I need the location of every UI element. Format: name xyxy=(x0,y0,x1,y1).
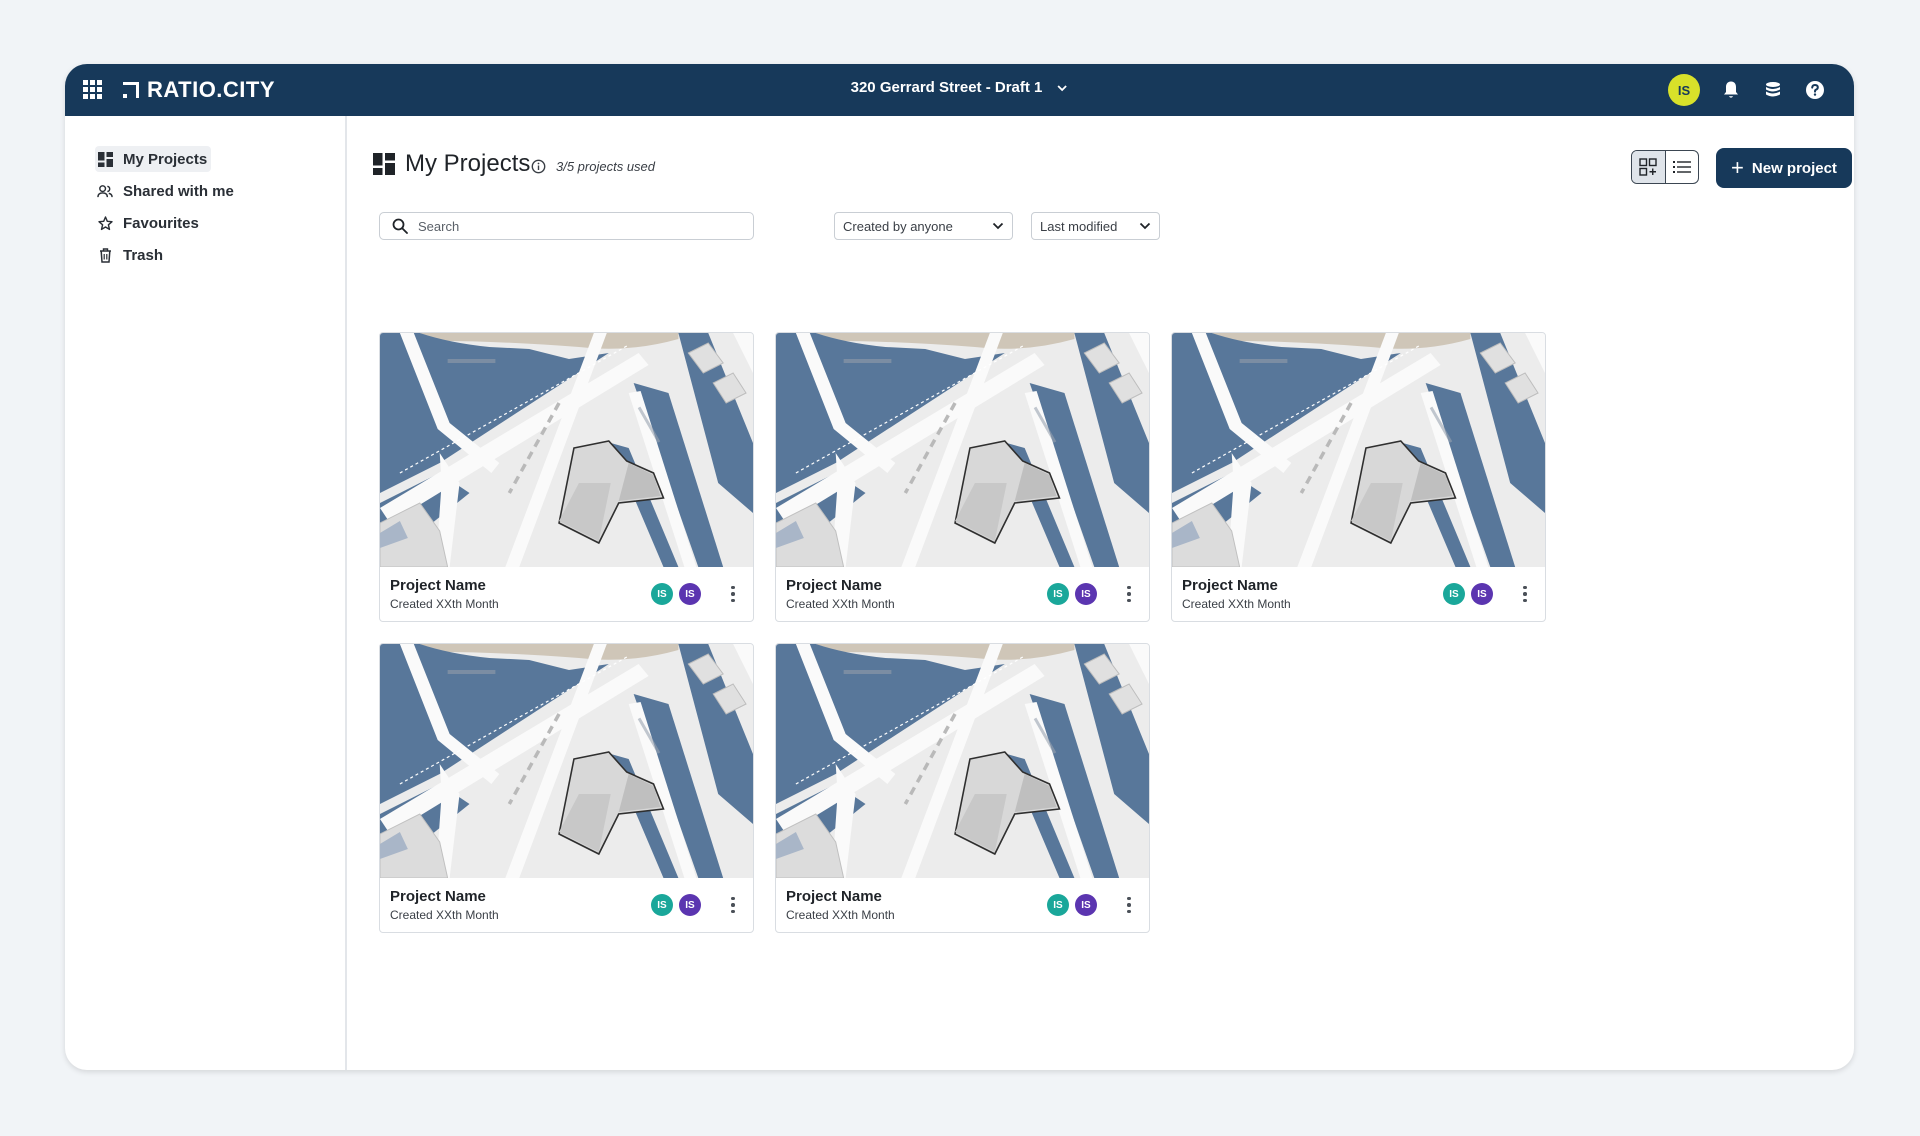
search-icon xyxy=(392,218,408,234)
collaborator-avatar[interactable]: IS xyxy=(1471,583,1493,605)
project-card[interactable]: Project Name Created XXth Month IS IS xyxy=(775,332,1150,622)
view-toggle xyxy=(1631,150,1699,184)
owner-filter-value: Created by anyone xyxy=(843,218,953,234)
collaborator-avatar[interactable]: IS xyxy=(1047,894,1069,916)
collaborator-avatars: IS IS xyxy=(1047,894,1097,916)
owner-filter-select[interactable]: Created by anyone xyxy=(834,212,1013,240)
logo[interactable]: RATIO.CITY xyxy=(123,77,275,103)
more-options-icon[interactable] xyxy=(727,583,739,605)
project-card[interactable]: Project Name Created XXth Month IS IS xyxy=(379,643,754,933)
project-name: Project Name xyxy=(786,577,882,594)
app-window: RATIO.CITY 320 Gerrard Street - Draft 1 … xyxy=(65,64,1854,1070)
plus-icon: + xyxy=(1731,155,1744,180)
project-date: Created XXth Month xyxy=(390,597,499,611)
project-card[interactable]: Project Name Created XXth Month IS IS xyxy=(379,332,754,622)
collaborator-avatars: IS IS xyxy=(651,894,701,916)
sort-select[interactable]: Last modified xyxy=(1031,212,1160,240)
navbar-actions: IS xyxy=(1668,74,1826,106)
collaborator-avatar[interactable]: IS xyxy=(651,894,673,916)
more-options-icon[interactable] xyxy=(1123,894,1135,916)
bell-icon[interactable] xyxy=(1720,79,1742,101)
dashboard-icon xyxy=(97,151,113,167)
logo-text: RATIO.CITY xyxy=(147,77,276,102)
chevron-down-icon xyxy=(992,222,1004,230)
collaborator-avatars: IS IS xyxy=(1047,583,1097,605)
map-thumbnail xyxy=(380,644,753,878)
collaborator-avatar[interactable]: IS xyxy=(679,894,701,916)
collaborator-avatar[interactable]: IS xyxy=(1443,583,1465,605)
info-icon xyxy=(531,159,546,174)
grid-view-button[interactable] xyxy=(1632,151,1666,183)
project-card[interactable]: Project Name Created XXth Month IS IS xyxy=(775,643,1150,933)
search-box xyxy=(379,212,754,240)
page-title-text: My Projects xyxy=(405,150,531,177)
list-view-button[interactable] xyxy=(1666,151,1699,183)
sidebar-item-label: Shared with me xyxy=(123,182,234,200)
sort-value: Last modified xyxy=(1040,218,1118,234)
map-thumbnail xyxy=(380,333,753,567)
project-name: Project Name xyxy=(390,888,486,905)
search-input[interactable] xyxy=(418,218,718,234)
trash-icon xyxy=(97,247,113,263)
collaborator-avatar[interactable]: IS xyxy=(1075,894,1097,916)
collaborator-avatar[interactable]: IS xyxy=(679,583,701,605)
sidebar-item-my-projects[interactable]: My Projects xyxy=(95,146,212,172)
map-thumbnail xyxy=(776,644,1149,878)
collaborator-avatars: IS IS xyxy=(1443,583,1493,605)
sidebar-item-label: Favourites xyxy=(123,214,199,232)
usage-text: 3/5 projects used xyxy=(556,159,656,174)
project-name: Project Name xyxy=(786,888,882,905)
document-switcher[interactable]: 320 Gerrard Street - Draft 1 xyxy=(851,79,1069,96)
grid-view-icon xyxy=(1639,158,1657,176)
more-options-icon[interactable] xyxy=(727,894,739,916)
users-icon xyxy=(97,183,113,199)
main-content: My Projects 3/5 projects used + New proj… xyxy=(349,116,1854,1070)
project-name: Project Name xyxy=(390,577,486,594)
app-launcher-icon[interactable] xyxy=(81,78,105,102)
collaborator-avatars: IS IS xyxy=(651,583,701,605)
sidebar-item-shared-with-me[interactable]: Shared with me xyxy=(95,178,238,204)
star-icon xyxy=(97,215,113,231)
map-thumbnail xyxy=(776,333,1149,567)
collaborator-avatar[interactable]: IS xyxy=(651,583,673,605)
sidebar-item-trash[interactable]: Trash xyxy=(95,242,167,268)
new-project-button[interactable]: + New project xyxy=(1716,148,1852,188)
project-date: Created XXth Month xyxy=(786,908,895,922)
more-options-icon[interactable] xyxy=(1123,583,1135,605)
more-options-icon[interactable] xyxy=(1519,583,1531,605)
project-date: Created XXth Month xyxy=(786,597,895,611)
database-icon[interactable] xyxy=(1762,79,1784,101)
sidebar-item-label: Trash xyxy=(123,246,164,264)
sidebar: My Projects Shared with me Favourites Tr… xyxy=(65,116,347,1070)
new-project-label: New project xyxy=(1751,159,1837,177)
page-title: My Projects xyxy=(373,150,530,178)
collaborator-avatar[interactable]: IS xyxy=(1075,583,1097,605)
project-date: Created XXth Month xyxy=(390,908,499,922)
user-avatar[interactable]: IS xyxy=(1668,74,1700,106)
collaborator-avatar[interactable]: IS xyxy=(1047,583,1069,605)
usage-indicator: 3/5 projects used xyxy=(531,159,655,174)
logo-mark-icon xyxy=(123,82,139,98)
chevron-down-icon xyxy=(1139,222,1151,230)
help-icon[interactable] xyxy=(1804,79,1826,101)
dashboard-icon xyxy=(373,153,395,175)
sidebar-item-label: My Projects xyxy=(123,150,208,168)
list-view-icon xyxy=(1672,161,1691,173)
sidebar-item-favourites[interactable]: Favourites xyxy=(95,210,203,236)
project-card[interactable]: Project Name Created XXth Month IS IS xyxy=(1171,332,1546,622)
document-title: 320 Gerrard Street - Draft 1 xyxy=(850,79,1043,96)
map-thumbnail xyxy=(1172,333,1545,567)
top-navbar: RATIO.CITY 320 Gerrard Street - Draft 1 … xyxy=(65,64,1854,116)
project-name: Project Name xyxy=(1182,577,1278,594)
chevron-down-icon xyxy=(1057,84,1068,91)
project-date: Created XXth Month xyxy=(1182,597,1291,611)
